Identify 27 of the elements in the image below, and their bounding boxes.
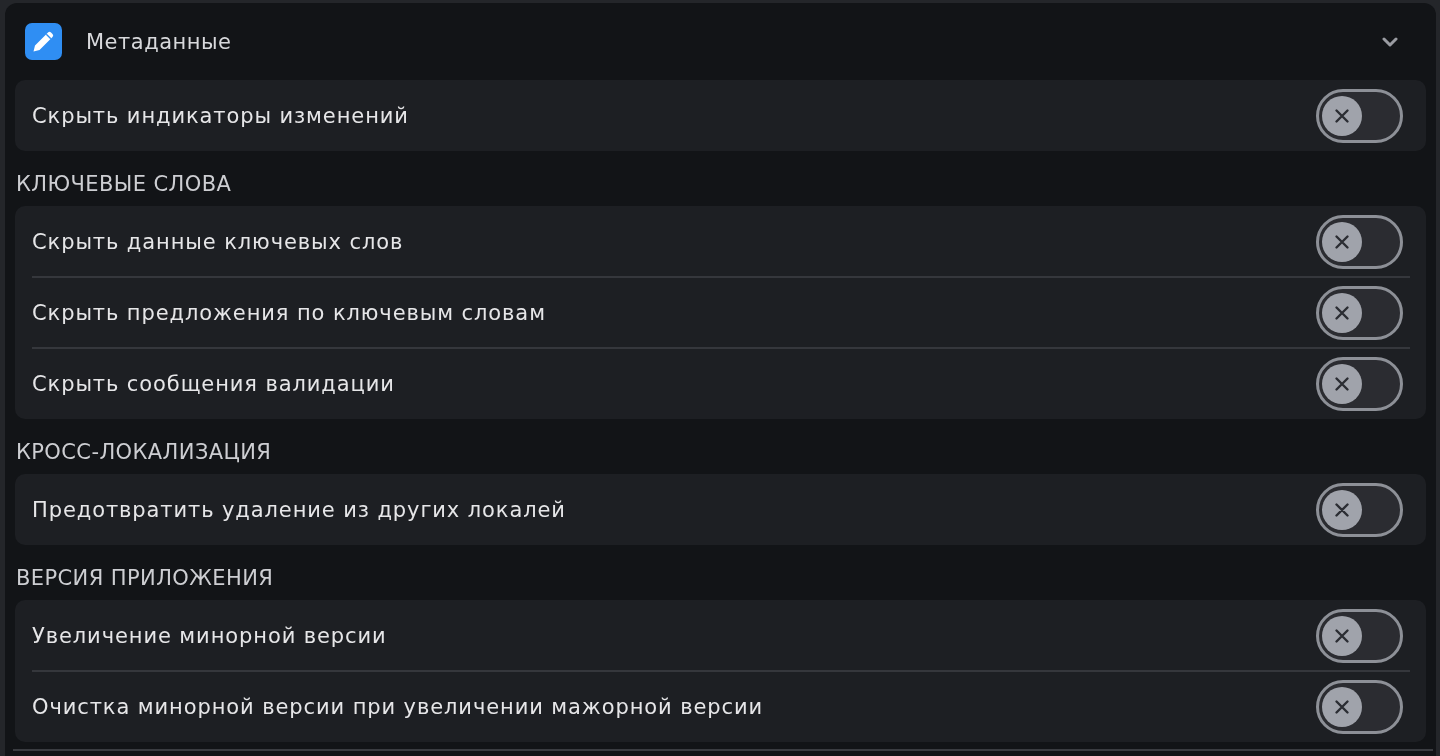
setting-label: Увеличение минорной версии (32, 623, 387, 648)
setting-label: Очистка минорной версии при увеличении мажорной версии (32, 694, 764, 719)
x-icon (1322, 292, 1362, 333)
group-heading: КЛЮЧЕВЫЕ СЛОВА (15, 171, 233, 198)
x-icon (1322, 615, 1362, 656)
chevron-down-icon[interactable] (1382, 36, 1398, 47)
x-icon (1322, 363, 1362, 404)
toggle-switch[interactable] (1316, 356, 1403, 411)
pencil-icon (25, 23, 62, 60)
toggle-switch[interactable] (1316, 608, 1403, 663)
setting-label: Предотвратить удаление из других локалей (32, 497, 566, 522)
x-icon (1322, 95, 1362, 136)
x-icon (1322, 489, 1362, 530)
setting-label: Скрыть предложения по ключевым словам (32, 300, 546, 325)
x-icon (1322, 686, 1362, 727)
setting-label: Скрыть сообщения валидации (32, 371, 395, 396)
toggle-switch[interactable] (1316, 679, 1403, 734)
group-heading: ВЕРСИЯ ПРИЛОЖЕНИЯ (15, 565, 275, 592)
setting-label: Скрыть индикаторы изменений (32, 103, 409, 128)
section-title: Метаданные (86, 29, 233, 54)
toggle-switch[interactable] (1316, 482, 1403, 537)
toggle-switch[interactable] (1316, 285, 1403, 340)
x-icon (1322, 221, 1362, 262)
toggle-switch[interactable] (1316, 214, 1403, 269)
setting-label: Скрыть данные ключевых слов (32, 229, 404, 254)
group-heading: КРОСС-ЛОКАЛИЗАЦИЯ (15, 439, 273, 466)
toggle-switch[interactable] (1316, 88, 1403, 143)
